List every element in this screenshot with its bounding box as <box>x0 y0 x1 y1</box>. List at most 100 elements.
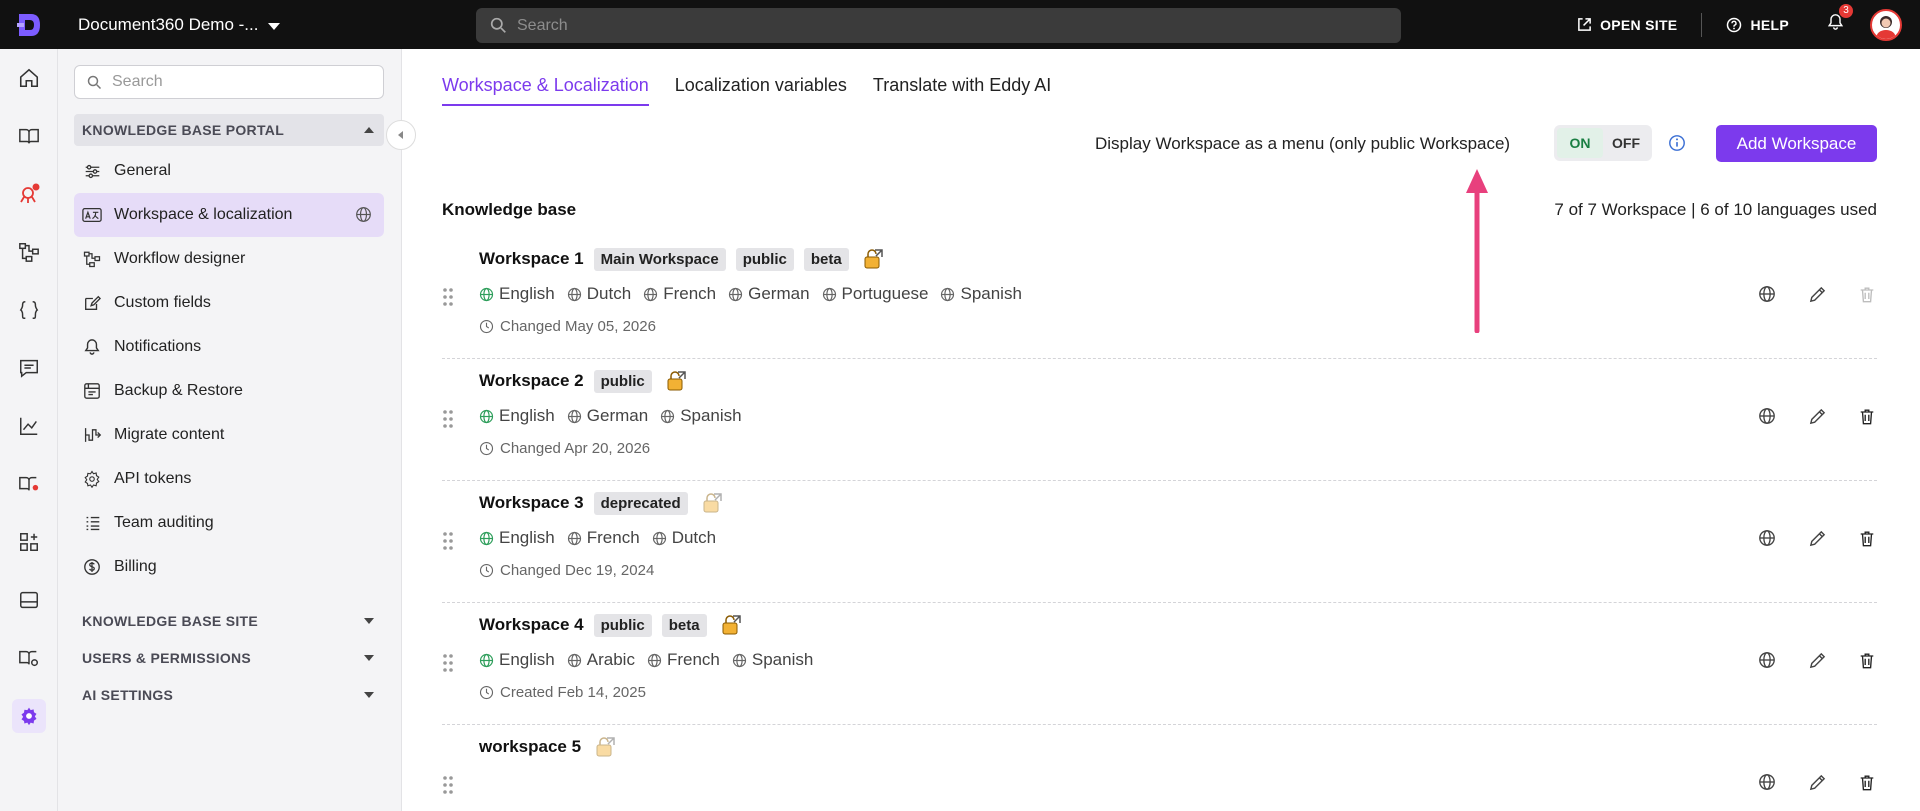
sidebar-item-backup-restore[interactable]: Backup & Restore <box>74 369 384 413</box>
delete-button[interactable] <box>1857 772 1877 792</box>
display-workspace-menu-label: Display Workspace as a menu (only public… <box>1095 134 1511 153</box>
edit-button[interactable] <box>1807 406 1827 426</box>
tag: deprecated <box>593 491 688 515</box>
edit-button[interactable] <box>1807 650 1827 670</box>
search-icon <box>87 75 102 89</box>
language-item: Spanish <box>732 650 813 670</box>
lock-share-icon <box>667 371 686 391</box>
sidebar-item-api-tokens[interactable]: API tokens <box>74 457 384 501</box>
pencil-icon <box>1809 286 1825 302</box>
tag: Main Workspace <box>593 247 726 271</box>
sidebar-search-input[interactable] <box>112 73 372 91</box>
workspace-name: Workspace 2 <box>479 371 584 390</box>
drive-icon[interactable] <box>12 177 46 211</box>
notifications-button[interactable]: 3 <box>1827 4 1853 36</box>
sidebar-item-billing[interactable]: Billing <box>74 545 384 589</box>
sidebar-item-custom-fields[interactable]: Custom fields <box>74 281 384 325</box>
open-site-link[interactable]: OPEN SITE <box>1577 17 1677 33</box>
lock-share-icon <box>596 737 615 757</box>
workspace-row: Workspace 2 public English German Spanis… <box>442 359 1877 481</box>
language-name: French <box>666 650 720 669</box>
drag-handle-icon[interactable] <box>442 287 454 307</box>
language-item: Arabic <box>567 650 635 670</box>
tab-localization-variables[interactable]: Localization variables <box>675 75 847 106</box>
section-knowledge-base-site[interactable]: KNOWLEDGE BASE SITE <box>74 605 384 637</box>
help-icon <box>1727 17 1742 32</box>
trash-icon <box>1860 653 1874 668</box>
workspace-name: Workspace 3 <box>479 493 584 512</box>
collapse-sidebar-button[interactable] <box>386 120 416 150</box>
language-item: Dutch <box>652 528 716 548</box>
usage-summary: 7 of 7 Workspace | 6 of 10 languages use… <box>1554 200 1877 219</box>
sidebar-item-general[interactable]: General <box>74 149 384 193</box>
kb-assistant-icon[interactable] <box>12 467 46 501</box>
tag: beta <box>661 613 707 637</box>
globe-icon <box>567 409 581 423</box>
analytics-icon[interactable] <box>12 409 46 443</box>
chevron-up-icon <box>364 127 374 133</box>
delete-button[interactable] <box>1857 650 1877 670</box>
global-search-input[interactable] <box>517 16 1377 35</box>
edit-button[interactable] <box>1807 528 1827 548</box>
globe-icon <box>567 531 581 545</box>
drag-handle-icon[interactable] <box>442 653 454 673</box>
dollar-icon <box>82 557 102 577</box>
sidebar-item-label: Backup & Restore <box>114 382 243 399</box>
edit-button[interactable] <box>1807 772 1827 792</box>
globe-icon <box>822 287 836 301</box>
section-knowledge-base-portal[interactable]: KNOWLEDGE BASE PORTAL <box>74 114 384 146</box>
section-ai-settings[interactable]: AI SETTINGS <box>74 679 384 711</box>
settings-icon[interactable] <box>12 699 46 733</box>
sidebar-item-label: Workspace & localization <box>114 206 293 223</box>
sidebar-item-notifications[interactable]: Notifications <box>74 325 384 369</box>
tab-translate-eddy-ai[interactable]: Translate with Eddy AI <box>873 75 1051 106</box>
language-item: English <box>479 650 555 670</box>
home-icon[interactable] <box>12 61 46 95</box>
workspace-name: Workspace 4 <box>479 615 584 634</box>
user-avatar[interactable] <box>1870 8 1902 41</box>
language-settings-button[interactable] <box>1757 528 1777 548</box>
language-name: German <box>586 406 649 425</box>
info-icon[interactable] <box>1668 134 1686 152</box>
toggle-off[interactable]: OFF <box>1603 128 1649 158</box>
drag-handle-icon[interactable] <box>442 409 454 429</box>
language-item: French <box>647 650 720 670</box>
drag-handle-icon[interactable] <box>442 531 454 551</box>
global-search[interactable] <box>476 8 1401 43</box>
panel-icon[interactable] <box>12 583 46 617</box>
chevron-down-icon <box>364 618 374 624</box>
trash-icon <box>1860 775 1874 790</box>
workflow-icon[interactable] <box>12 235 46 269</box>
toggle-on[interactable]: ON <box>1557 128 1603 158</box>
document360-logo-icon[interactable] <box>0 0 58 49</box>
sidebar-item-workspace-localization[interactable]: Workspace & localization <box>74 193 384 237</box>
delete-button[interactable] <box>1857 406 1877 426</box>
drag-handle-icon[interactable] <box>442 775 454 795</box>
language-settings-button[interactable] <box>1757 284 1777 304</box>
sidebar-item-workflow-designer[interactable]: Workflow designer <box>74 237 384 281</box>
add-workspace-button[interactable]: Add Workspace <box>1716 125 1877 162</box>
sidebar-item-label: General <box>114 162 171 179</box>
workspace-row: Workspace 4 public beta English Arabic F… <box>442 603 1877 725</box>
help-link[interactable]: HELP <box>1726 17 1789 33</box>
language-settings-button[interactable] <box>1757 772 1777 792</box>
sidebar-search[interactable] <box>74 65 384 99</box>
widgets-icon[interactable] <box>12 525 46 559</box>
braces-icon[interactable] <box>12 293 46 327</box>
section-users-permissions[interactable]: USERS & PERMISSIONS <box>74 642 384 674</box>
comment-icon[interactable] <box>12 351 46 385</box>
project-switcher[interactable]: Document360 Demo -... <box>78 15 281 35</box>
delete-button[interactable] <box>1857 528 1877 548</box>
language-settings-button[interactable] <box>1757 406 1777 426</box>
sidebar-item-migrate-content[interactable]: Migrate content <box>74 413 384 457</box>
sidebar-item-team-auditing[interactable]: Team auditing <box>74 501 384 545</box>
language-settings-button[interactable] <box>1757 650 1777 670</box>
book-icon[interactable] <box>12 119 46 153</box>
edit-button[interactable] <box>1807 284 1827 304</box>
display-menu-toggle[interactable]: ON OFF <box>1554 125 1652 161</box>
kb-settings-icon[interactable] <box>12 641 46 675</box>
tab-workspace-localization[interactable]: Workspace & Localization <box>442 75 649 106</box>
delete-button[interactable] <box>1857 284 1877 304</box>
external-link-icon <box>1578 18 1591 31</box>
language-item: Portuguese <box>822 284 928 304</box>
